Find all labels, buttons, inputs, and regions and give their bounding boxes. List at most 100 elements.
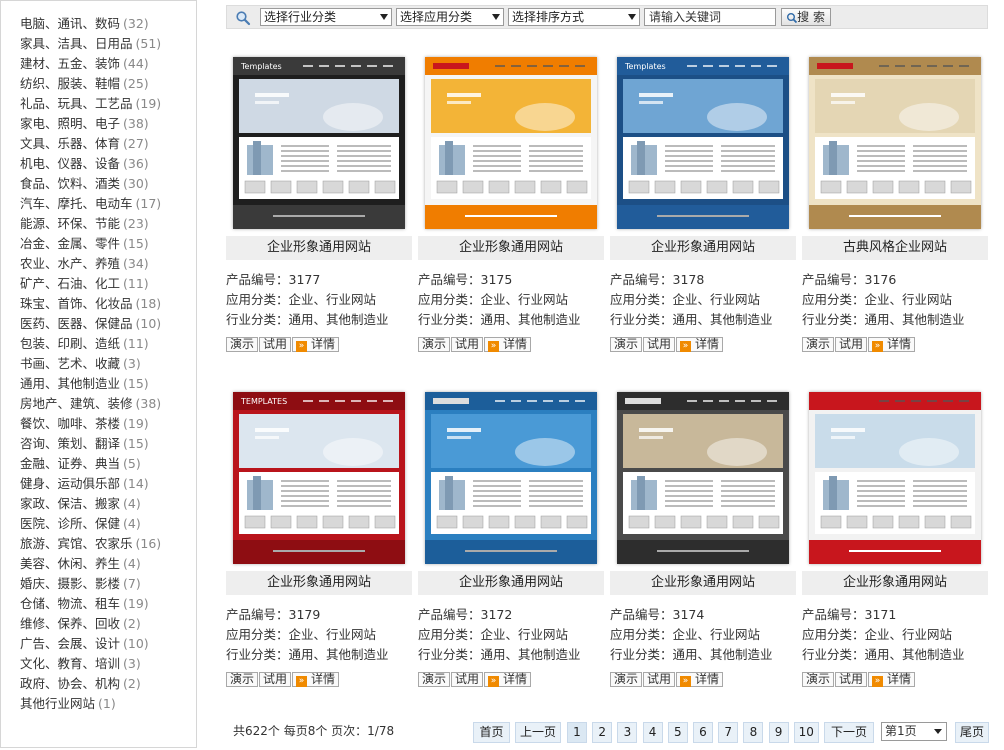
- product-thumbnail[interactable]: [809, 57, 981, 229]
- double-chevron-right-icon: »: [680, 676, 692, 687]
- demo-button[interactable]: 演示: [610, 672, 643, 687]
- trial-button[interactable]: 试用: [451, 672, 484, 687]
- category-item[interactable]: 政府、协会、机构 (2): [20, 674, 196, 694]
- category-item[interactable]: 咨询、策划、翻译 (15): [20, 434, 196, 454]
- category-item[interactable]: 礼品、玩具、工艺品 (19): [20, 94, 196, 114]
- category-item[interactable]: 婚庆、摄影、影楼 (7): [20, 574, 196, 594]
- category-item[interactable]: 纺织、服装、鞋帽 (25): [20, 74, 196, 94]
- category-item[interactable]: 包装、印刷、造纸 (11): [20, 334, 196, 354]
- product-title[interactable]: 企业形象通用网站: [610, 236, 796, 260]
- category-item[interactable]: 家电、照明、电子 (38): [20, 114, 196, 134]
- product-thumbnail[interactable]: [809, 392, 981, 564]
- product-title[interactable]: 企业形象通用网站: [226, 571, 412, 595]
- product-title[interactable]: 企业形象通用网站: [226, 236, 412, 260]
- category-item[interactable]: 其他行业网站 (1): [20, 694, 196, 714]
- first-page-button[interactable]: 首页: [473, 722, 510, 743]
- category-item[interactable]: 维修、保养、回收 (2): [20, 614, 196, 634]
- detail-button[interactable]: » 详情: [484, 672, 532, 687]
- detail-button[interactable]: » 详情: [292, 337, 340, 352]
- last-page-button[interactable]: 尾页: [955, 722, 989, 743]
- app-select[interactable]: 选择应用分类: [396, 8, 504, 26]
- product-thumbnail[interactable]: [425, 57, 597, 229]
- category-item[interactable]: 金融、证券、典当 (5): [20, 454, 196, 474]
- category-count: (15): [123, 376, 149, 391]
- sort-select[interactable]: 选择排序方式: [508, 8, 640, 26]
- demo-button[interactable]: 演示: [418, 337, 451, 352]
- keyword-input[interactable]: 请输入关键词: [644, 8, 776, 26]
- category-item[interactable]: 旅游、宾馆、农家乐 (16): [20, 534, 196, 554]
- category-item[interactable]: 能源、环保、节能 (23): [20, 214, 196, 234]
- category-item[interactable]: 健身、运动俱乐部 (14): [20, 474, 196, 494]
- category-item[interactable]: 仓储、物流、租车 (19): [20, 594, 196, 614]
- demo-button[interactable]: 演示: [610, 337, 643, 352]
- search-button[interactable]: 搜 索: [781, 8, 831, 26]
- category-item[interactable]: 广告、会展、设计 (10): [20, 634, 196, 654]
- product-title[interactable]: 企业形象通用网站: [802, 571, 988, 595]
- category-item[interactable]: 书画、艺术、收藏 (3): [20, 354, 196, 374]
- next-page-button[interactable]: 下一页: [824, 722, 874, 743]
- category-item[interactable]: 矿产、石油、化工 (11): [20, 274, 196, 294]
- detail-button[interactable]: » 详情: [868, 337, 916, 352]
- prev-page-button[interactable]: 上一页: [515, 722, 561, 743]
- page-number-button[interactable]: 10: [793, 722, 819, 743]
- product-title[interactable]: 企业形象通用网站: [610, 571, 796, 595]
- category-item[interactable]: 冶金、金属、零件 (15): [20, 234, 196, 254]
- product-thumbnail[interactable]: Templates: [617, 57, 789, 229]
- double-chevron-right-icon: »: [488, 341, 500, 352]
- page-number-button[interactable]: 1: [567, 722, 587, 743]
- trial-button[interactable]: 试用: [259, 337, 292, 352]
- demo-button[interactable]: 演示: [226, 672, 259, 687]
- trial-button[interactable]: 试用: [451, 337, 484, 352]
- category-item[interactable]: 医院、诊所、保健 (4): [20, 514, 196, 534]
- detail-button[interactable]: » 详情: [484, 337, 532, 352]
- product-thumbnail[interactable]: [425, 392, 597, 564]
- product-thumbnail[interactable]: Templates: [233, 57, 405, 229]
- category-item[interactable]: 医药、医器、保健品 (10): [20, 314, 196, 334]
- page-number-button[interactable]: 4: [642, 722, 663, 743]
- category-item[interactable]: 家政、保洁、搬家 (4): [20, 494, 196, 514]
- page-number-button[interactable]: 9: [768, 722, 789, 743]
- product-title[interactable]: 企业形象通用网站: [418, 571, 604, 595]
- category-item[interactable]: 机电、仪器、设备 (36): [20, 154, 196, 174]
- trial-button[interactable]: 试用: [643, 337, 676, 352]
- page-number-button[interactable]: 2: [592, 722, 613, 743]
- detail-button[interactable]: » 详情: [868, 672, 916, 687]
- category-item[interactable]: 建材、五金、装饰 (44): [20, 54, 196, 74]
- trial-button[interactable]: 试用: [259, 672, 292, 687]
- category-item[interactable]: 汽车、摩托、电动车 (17): [20, 194, 196, 214]
- svg-text:Templates: Templates: [240, 62, 282, 71]
- page-select[interactable]: 第1页: [881, 722, 947, 741]
- demo-button[interactable]: 演示: [226, 337, 259, 352]
- detail-button[interactable]: » 详情: [292, 672, 340, 687]
- product-title[interactable]: 古典风格企业网站: [802, 236, 988, 260]
- category-item[interactable]: 餐饮、咖啡、茶楼 (19): [20, 414, 196, 434]
- page-number-button[interactable]: 3: [617, 722, 638, 743]
- product-thumbnail[interactable]: TEMPLATES: [233, 392, 405, 564]
- product-title[interactable]: 企业形象通用网站: [418, 236, 604, 260]
- category-item[interactable]: 房地产、建筑、装修 (38): [20, 394, 196, 414]
- trial-button[interactable]: 试用: [835, 672, 868, 687]
- demo-button[interactable]: 演示: [802, 337, 835, 352]
- demo-button[interactable]: 演示: [802, 672, 835, 687]
- double-chevron-right-icon: »: [488, 676, 500, 687]
- category-item[interactable]: 珠宝、首饰、化妆品 (18): [20, 294, 196, 314]
- page-number-button[interactable]: 8: [743, 722, 764, 743]
- category-item[interactable]: 农业、水产、养殖 (34): [20, 254, 196, 274]
- product-thumbnail[interactable]: [617, 392, 789, 564]
- page-number-button[interactable]: 7: [718, 722, 739, 743]
- category-item[interactable]: 家具、洁具、日用品 (51): [20, 34, 196, 54]
- trial-button[interactable]: 试用: [643, 672, 676, 687]
- detail-button[interactable]: » 详情: [676, 672, 724, 687]
- demo-button[interactable]: 演示: [418, 672, 451, 687]
- page-number-button[interactable]: 6: [693, 722, 713, 743]
- category-item[interactable]: 通用、其他制造业 (15): [20, 374, 196, 394]
- category-item[interactable]: 文具、乐器、体育 (27): [20, 134, 196, 154]
- category-item[interactable]: 文化、教育、培训 (3): [20, 654, 196, 674]
- trial-button[interactable]: 试用: [835, 337, 868, 352]
- category-item[interactable]: 美容、休闲、养生 (4): [20, 554, 196, 574]
- category-item[interactable]: 电脑、通讯、数码 (32): [20, 14, 196, 34]
- industry-select[interactable]: 选择行业分类: [260, 8, 392, 26]
- category-item[interactable]: 食品、饮料、酒类 (30): [20, 174, 196, 194]
- page-number-button[interactable]: 5: [667, 722, 688, 743]
- detail-button[interactable]: » 详情: [676, 337, 724, 352]
